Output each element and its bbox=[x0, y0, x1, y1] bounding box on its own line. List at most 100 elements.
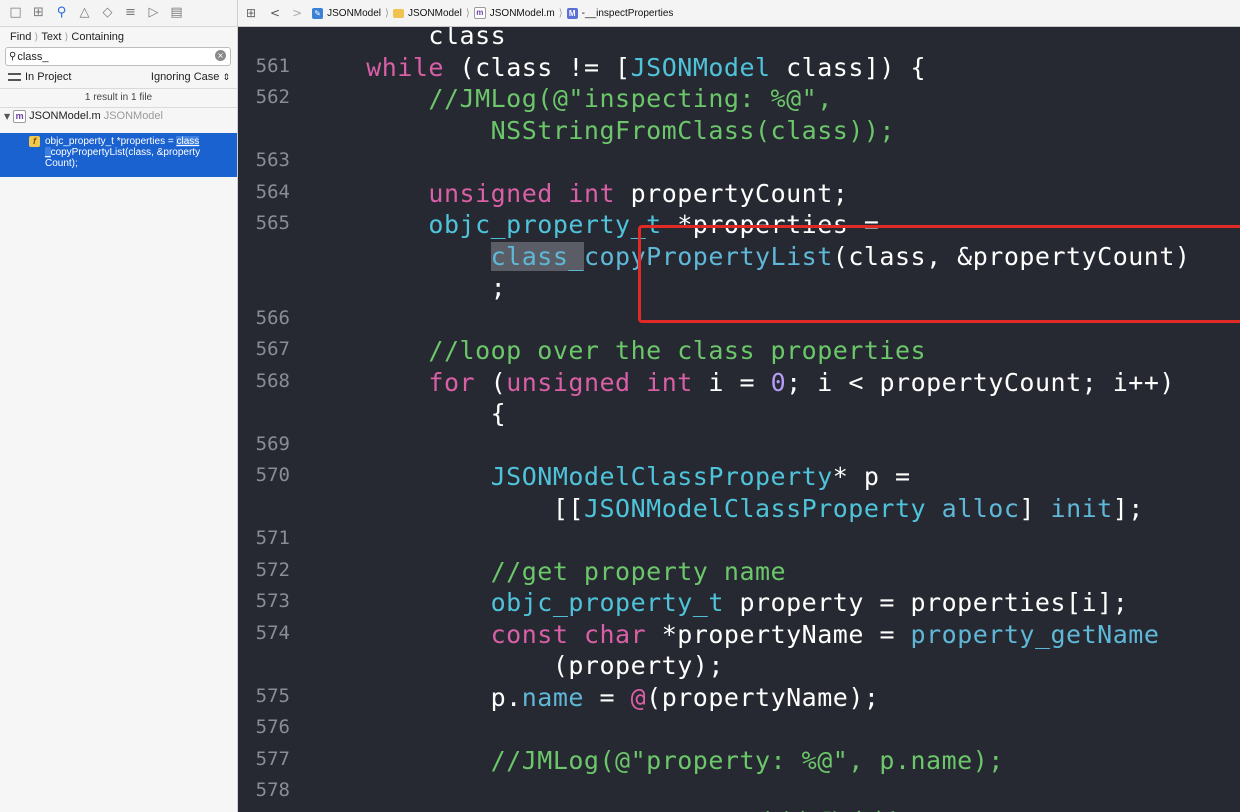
list-icon[interactable]: ≡ bbox=[124, 0, 137, 26]
line-number: 570 bbox=[255, 464, 290, 486]
line-number: 567 bbox=[255, 338, 290, 360]
jump-bar: ⊞ < > ✎ JSONModel ⟩ JSONModel ⟩ m JSONMo… bbox=[238, 0, 1240, 27]
code-text: (property); bbox=[304, 651, 724, 680]
chevron-right-icon: ⟩ bbox=[558, 7, 563, 19]
code-text: const char *propertyName = property_getN… bbox=[490, 619, 1160, 649]
code-text: while (class != [JSONModel class]) { bbox=[366, 52, 927, 82]
code-line[interactable]: [[JSONModelClassProperty alloc] init]; bbox=[238, 493, 1240, 524]
folder-icon[interactable]: □ bbox=[9, 0, 22, 26]
find-mode-text[interactable]: Text bbox=[41, 31, 61, 43]
code-line[interactable]: 572 //get property name bbox=[238, 556, 1240, 587]
scope-label: In Project bbox=[25, 71, 72, 83]
case-label: Ignoring Case bbox=[150, 71, 220, 83]
method-icon: M bbox=[566, 7, 578, 19]
back-arrow-icon[interactable]: < bbox=[270, 6, 280, 20]
code-line[interactable]: 568 for (unsigned int i = 0; i < propert… bbox=[238, 367, 1240, 398]
code-line[interactable]: class bbox=[238, 27, 1240, 51]
code-line[interactable]: 562 //JMLog(@"inspecting: %@", bbox=[238, 83, 1240, 114]
line-number: 571 bbox=[255, 527, 290, 549]
code-text: class bbox=[304, 27, 507, 50]
scope-icon bbox=[8, 73, 21, 81]
breakpoint-icon[interactable]: ▷ bbox=[147, 0, 160, 26]
line-number: 563 bbox=[255, 149, 290, 171]
code-line[interactable]: 574 const char *propertyName = property_… bbox=[238, 619, 1240, 650]
code-text: JSONModelClassProperty* p = bbox=[490, 462, 911, 491]
search-scope-bar: In Project Ignoring Case ⇕ bbox=[0, 66, 237, 88]
code-text: //get property name bbox=[490, 556, 787, 586]
code-text: NSStringFromClass(class)); bbox=[304, 115, 895, 145]
breadcrumb: ✎ JSONModel ⟩ JSONModel ⟩ m JSONModel.m … bbox=[312, 7, 673, 19]
match-text: objc_property_t *properties = class _cop… bbox=[45, 136, 225, 169]
code-line[interactable]: { bbox=[238, 398, 1240, 429]
search-icon: ⚲ bbox=[9, 51, 17, 62]
code-line[interactable]: 578 bbox=[238, 776, 1240, 807]
search-query[interactable]: class_ bbox=[17, 51, 48, 63]
case-selector[interactable]: Ignoring Case ⇕ bbox=[151, 71, 230, 83]
line-number: 562 bbox=[255, 86, 290, 108]
code-line[interactable]: 569 bbox=[238, 430, 1240, 461]
match-rest: copyPropertyList(class, &property bbox=[50, 147, 201, 158]
code-line[interactable]: 563 bbox=[238, 146, 1240, 177]
clear-search-icon[interactable]: × bbox=[215, 50, 226, 61]
code-line[interactable]: 576 bbox=[238, 713, 1240, 744]
objc-file-icon: m bbox=[13, 109, 27, 123]
hierarchy-icon[interactable]: ⊞ bbox=[32, 0, 45, 26]
code-line[interactable]: (property); bbox=[238, 650, 1240, 681]
source-editor[interactable]: class 561 while (class != [JSONModel clas… bbox=[238, 27, 1240, 812]
code-line[interactable]: 567 //loop over the class properties bbox=[238, 335, 1240, 366]
code-text: //loop over the class properties bbox=[428, 336, 927, 365]
line-number: 574 bbox=[255, 621, 290, 644]
code-line[interactable]: 575 p.name = @(propertyName); bbox=[238, 682, 1240, 713]
line-number: 561 bbox=[255, 54, 290, 77]
breadcrumb-group[interactable]: JSONModel bbox=[408, 8, 462, 19]
scope-selector[interactable]: In Project bbox=[8, 71, 71, 83]
line-number: 566 bbox=[255, 306, 290, 329]
code-text: //JMLog(@"inspecting: %@", bbox=[304, 84, 833, 113]
code-line[interactable]: 564 unsigned int propertyCount; bbox=[238, 178, 1240, 209]
test-diamond-icon[interactable]: ◇ bbox=[101, 0, 114, 26]
forward-arrow-icon[interactable]: > bbox=[292, 6, 302, 20]
disclosure-triangle-icon[interactable]: ▼ bbox=[4, 112, 10, 121]
breadcrumb-method[interactable]: -__inspectProperties bbox=[582, 8, 674, 19]
chevron-right-icon: ⟩ bbox=[34, 31, 39, 43]
code-text: [[JSONModelClassProperty alloc] init]; bbox=[304, 493, 1144, 523]
code-text: { bbox=[304, 399, 507, 428]
result-file-group: JSONModel bbox=[103, 110, 163, 122]
line-number: 576 bbox=[255, 716, 290, 738]
code-line[interactable]: NSStringFromClass(class)); bbox=[238, 115, 1240, 146]
result-file-row[interactable]: ▼ m JSONModel.m JSONModel bbox=[0, 108, 237, 124]
result-count: 1 result in 1 file bbox=[0, 88, 237, 108]
code-line[interactable]: 570 JSONModelClassProperty* p = bbox=[238, 461, 1240, 492]
line-number: 575 bbox=[255, 684, 290, 707]
search-result-match[interactable]: f objc_property_t *properties = class _c… bbox=[0, 133, 237, 177]
search-icon[interactable]: ⚲ bbox=[55, 0, 68, 26]
chevron-right-icon: ⟩ bbox=[385, 7, 389, 19]
code-line[interactable]: 577 //JMLog(@"property: %@", p.name); bbox=[238, 745, 1240, 776]
chevron-right-icon: ⟩ bbox=[465, 7, 470, 19]
find-mode-path[interactable]: Find ⟩ Text ⟩ Containing bbox=[0, 27, 237, 47]
code-text: for (unsigned int i = 0; i < propertyCou… bbox=[428, 367, 1175, 397]
related-items-icon[interactable]: ⊞ bbox=[246, 7, 260, 19]
code-line[interactable]: 571 bbox=[238, 524, 1240, 555]
report-icon[interactable]: ▤ bbox=[170, 0, 183, 26]
chevron-right-icon: ⟩ bbox=[64, 31, 69, 43]
objc-file-icon: m bbox=[473, 7, 486, 19]
code-line[interactable]: 579 //get property at小例·张家析 bbox=[238, 808, 1240, 812]
code-line[interactable]: 561 while (class != [JSONModel class]) { bbox=[238, 52, 1240, 83]
find-mode-containing[interactable]: Containing bbox=[71, 31, 124, 43]
navigator-panel: □ ⊞ ⚲ △ ◇ ≡ ▷ ▤ Find ⟩ Text ⟩ Containing… bbox=[0, 0, 238, 812]
result-file-name: JSONModel.m bbox=[29, 110, 101, 122]
warning-icon[interactable]: △ bbox=[78, 0, 91, 26]
line-number: 577 bbox=[255, 747, 290, 770]
project-icon: ✎ bbox=[312, 7, 324, 19]
code-text: unsigned int propertyCount; bbox=[428, 178, 849, 208]
line-number: 569 bbox=[255, 432, 290, 455]
breadcrumb-file[interactable]: JSONModel.m bbox=[490, 8, 555, 19]
match-prefix: objc_property_t *properties = bbox=[45, 136, 177, 147]
breadcrumb-project[interactable]: JSONModel bbox=[327, 8, 381, 19]
line-number: 573 bbox=[255, 590, 290, 612]
search-input[interactable]: ⚲ class_ × bbox=[5, 47, 231, 66]
code-text: //JMLog(@"property: %@", p.name); bbox=[490, 745, 1004, 775]
code-line[interactable]: 573 objc_property_t property = propertie… bbox=[238, 587, 1240, 618]
find-mode-find[interactable]: Find bbox=[10, 31, 31, 43]
